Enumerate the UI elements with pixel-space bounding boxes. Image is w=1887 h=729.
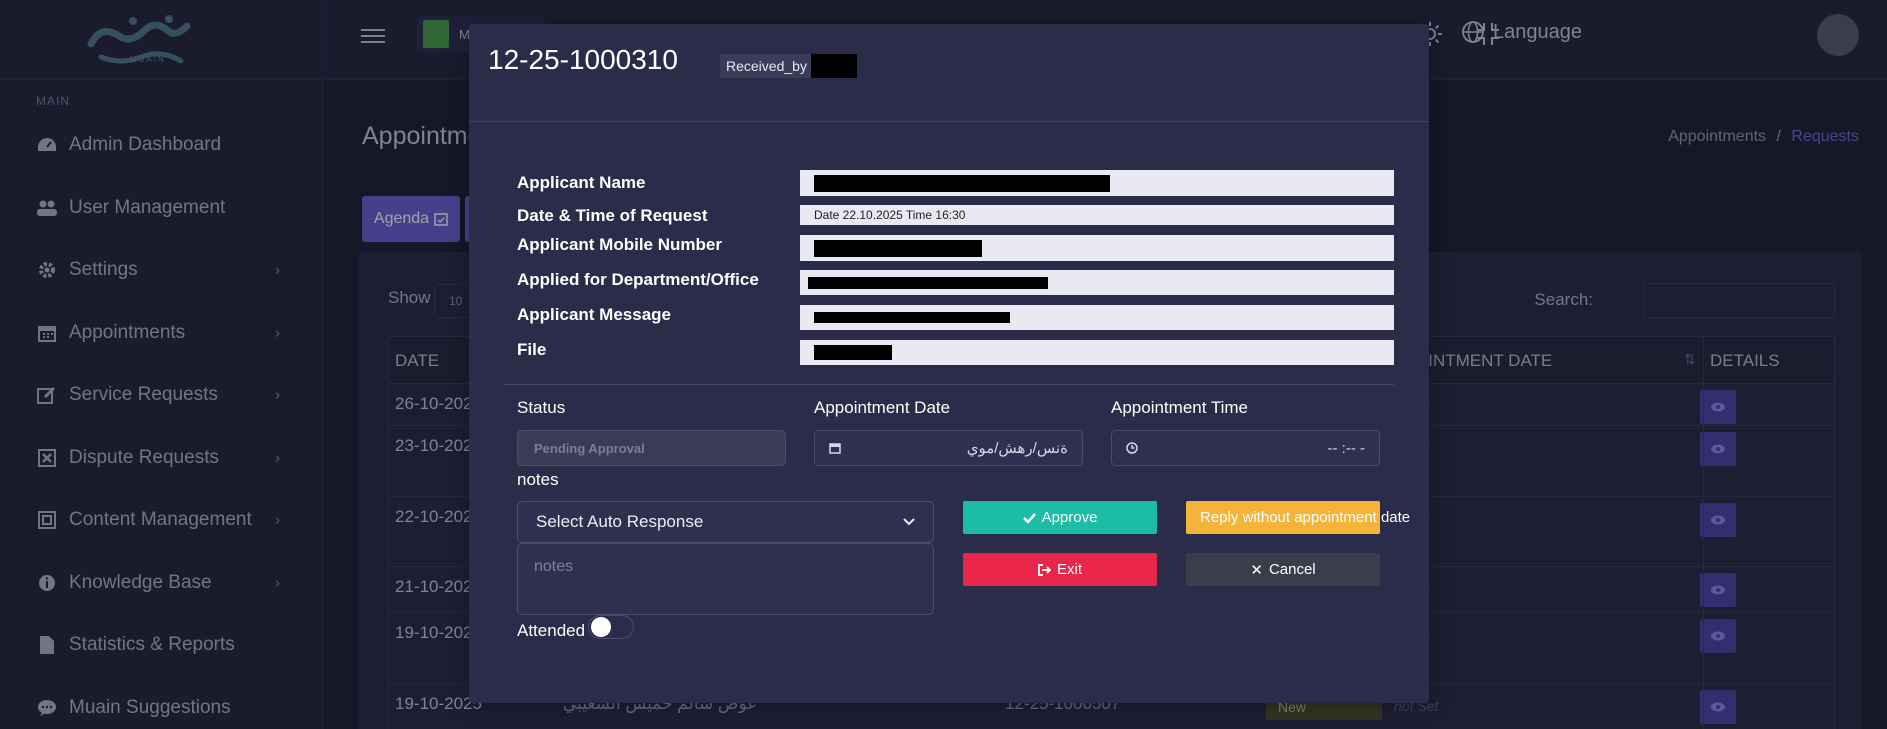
field-label: File [517,340,547,359]
attended-toggle[interactable] [588,615,634,639]
status-label: Status [517,398,566,417]
attended-label: Attended [517,621,586,640]
info-row-mobile-number: Applicant Mobile Number [517,235,1397,261]
close-icon: ✕ [1250,561,1263,579]
divider [504,384,1394,385]
approve-label: Approve [1041,509,1098,526]
modal-header: 12-25-1000310 Received_by [469,24,1429,122]
department-value [800,270,1394,295]
redacted-block [814,174,1110,192]
field-label: Applicant Name [517,173,646,192]
exit-label: Exit [1056,561,1082,578]
cancel-label: Cancel [1268,561,1316,578]
auto-response-value: Select Auto Response [536,512,704,531]
check-icon [1022,513,1036,523]
modal-title: 12-25-1000310 [488,44,678,75]
toggle-knob [591,617,611,637]
status-field: Pending Approval [517,430,786,466]
notes-placeholder: notes [534,558,574,575]
appointment-time-value: -- :-- - [1327,439,1365,457]
reply-label: Reply without appointment date [1200,509,1411,526]
appointment-time-label: Appointment Time [1111,398,1249,417]
auto-response-select[interactable]: Select Auto Response [517,501,934,543]
clock-icon [1126,442,1138,454]
info-row-request-datetime: Date & Time of Request Date 22.10.2025 T… [517,205,1397,225]
redacted-block [814,312,1010,323]
info-row-applicant-name: Applicant Name [517,170,1397,196]
field-label: Applicant Message [517,305,671,324]
field-label: Applicant Mobile Number [517,235,722,254]
request-details-modal: 12-25-1000310 Received_by Applicant Name… [469,24,1429,703]
redacted-block [814,345,892,360]
redacted-block [810,54,857,78]
mobile-number-value [800,235,1394,261]
chevron-down-icon [903,518,915,526]
applicant-name-value [800,170,1394,196]
approve-button[interactable]: Approve [963,501,1157,534]
sign-out-icon [1038,563,1051,576]
redacted-block [814,239,982,257]
info-row-file: File [517,340,1397,365]
calendar-icon [829,443,841,454]
received-by-label: Received_by [726,58,807,74]
appointment-time-input[interactable]: -- :-- - [1111,430,1380,466]
appointment-date-value: ةنس/رهش/موي [966,440,1068,457]
reply-without-date-button[interactable]: Reply without appointment date [1186,501,1410,534]
info-row-department: Applied for Department/Office [517,270,1397,295]
appointment-date-input[interactable]: ةنس/رهش/موي [814,430,1083,466]
notes-label: notes [517,470,559,489]
exit-button[interactable]: Exit [963,553,1157,586]
message-value [800,305,1394,330]
cancel-button[interactable]: ✕ Cancel [1186,553,1380,586]
field-label: Applied for Department/Office [517,270,759,289]
notes-textarea[interactable]: notes [517,543,934,615]
info-row-message: Applicant Message [517,305,1397,330]
appointment-date-label: Appointment Date [814,398,951,417]
request-datetime-value: Date 22.10.2025 Time 16:30 [800,205,1394,225]
received-by-badge: Received_by [720,54,857,78]
field-label: Date & Time of Request [517,206,708,225]
redacted-block [808,276,1048,289]
file-value[interactable] [800,340,1394,365]
